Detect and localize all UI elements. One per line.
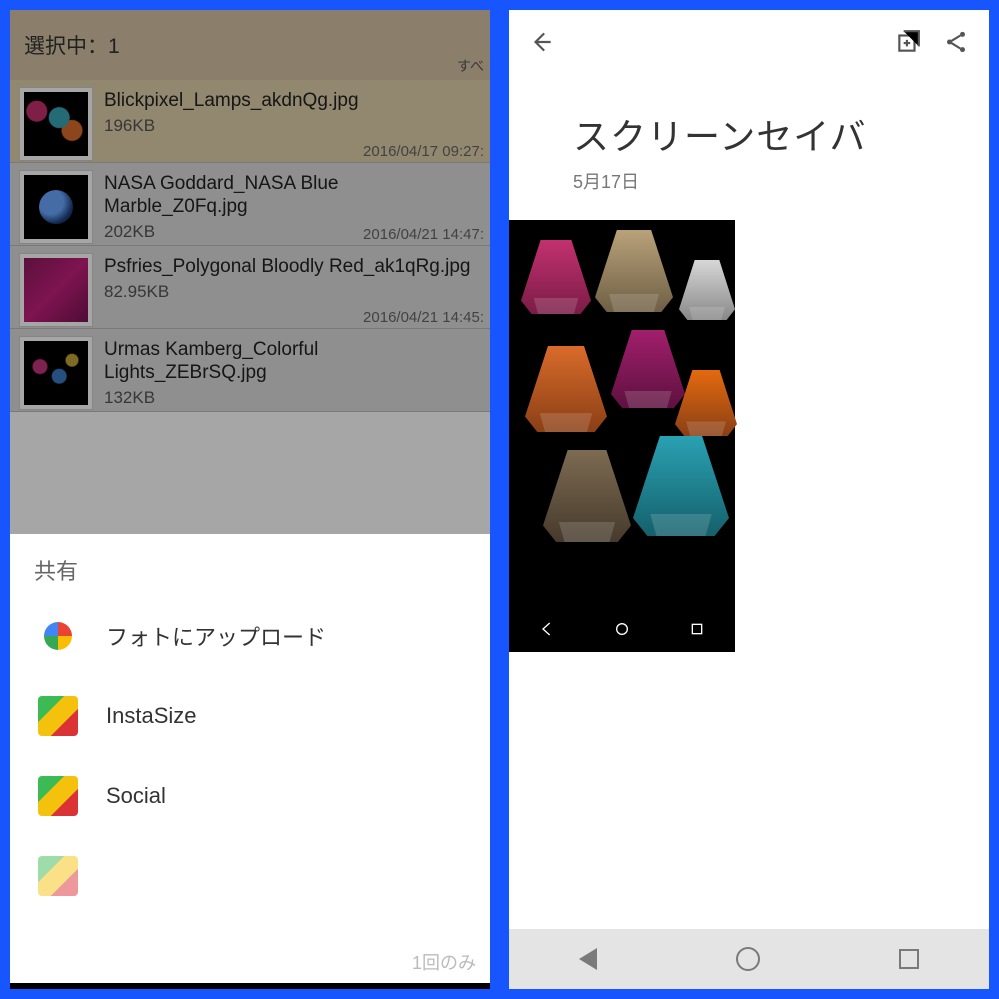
screenshot-thumbnail[interactable] — [509, 220, 735, 652]
add-to-album-button[interactable] — [893, 27, 923, 57]
file-name: Psfries_Polygonal Bloodly Red_ak1qRg.jpg — [104, 256, 480, 279]
file-date: 2016/04/17 09:27: — [363, 143, 484, 160]
file-thumbnail — [20, 171, 92, 243]
share-button[interactable] — [941, 27, 971, 57]
file-name: Urmas Kamberg_Colorful Lights_ZEBrSQ.jpg — [104, 339, 480, 385]
lamp-graphic — [633, 436, 729, 536]
file-date: 2016/04/21 14:47: — [363, 226, 484, 243]
share-item-instasize[interactable]: InstaSize — [10, 676, 490, 756]
file-thumbnail — [20, 254, 92, 326]
lamp-graphic — [675, 370, 737, 436]
nav-home-icon — [614, 621, 630, 637]
lamp-graphic — [595, 230, 673, 312]
system-nav-bar — [509, 929, 989, 989]
left-screenshot: 選択中：1 すべ Blickpixel_Lamps_akdnQg.jpg 196… — [10, 10, 490, 989]
share-icon — [943, 29, 969, 55]
share-item-photos[interactable]: フォトにアップロード — [10, 596, 490, 676]
file-row[interactable]: NASA Goddard_NASA Blue Marble_Z0Fq.jpg 2… — [10, 163, 490, 246]
file-row[interactable]: Psfries_Polygonal Bloodly Red_ak1qRg.jpg… — [10, 246, 490, 329]
lamp-graphic — [521, 240, 591, 314]
nav-back-icon — [539, 621, 555, 637]
file-row[interactable]: Blickpixel_Lamps_akdnQg.jpg 196KB 2016/0… — [10, 80, 490, 163]
bottom-bar — [10, 983, 490, 989]
nav-recent-button[interactable] — [899, 949, 919, 969]
lamp-graphic — [525, 346, 607, 432]
selection-header: 選択中：1 すべ — [10, 10, 490, 80]
google-photos-icon — [38, 616, 78, 656]
app-header — [509, 10, 989, 74]
social-icon — [38, 776, 78, 816]
header-sublabel: すべ — [457, 56, 484, 76]
lamp-graphic — [611, 330, 685, 408]
share-item-more[interactable] — [10, 836, 490, 916]
file-name: Blickpixel_Lamps_akdnQg.jpg — [104, 90, 480, 113]
file-size: 132KB — [104, 388, 480, 408]
file-name: NASA Goddard_NASA Blue Marble_Z0Fq.jpg — [104, 173, 480, 219]
page-title: スクリーンセイバ — [509, 74, 989, 168]
add-to-collection-icon — [895, 29, 921, 55]
instasize-icon — [38, 696, 78, 736]
share-item-label: Social — [106, 783, 166, 809]
share-item-social[interactable]: Social — [10, 756, 490, 836]
share-title: 共有 — [10, 534, 490, 596]
nav-back-button[interactable] — [579, 948, 597, 970]
nav-recent-icon — [689, 621, 705, 637]
share-item-label: フォトにアップロード — [106, 620, 326, 652]
file-thumbnail — [20, 337, 92, 409]
share-footer[interactable]: 1回のみ — [412, 949, 476, 975]
back-button[interactable] — [527, 27, 557, 57]
right-screenshot: スクリーンセイバ 5月17日 — [509, 10, 989, 989]
lamp-graphic — [679, 260, 735, 320]
app-icon — [38, 856, 78, 896]
lamp-graphic — [543, 450, 631, 542]
arrow-left-icon — [529, 29, 555, 55]
nav-home-button[interactable] — [736, 947, 760, 971]
page-date: 5月17日 — [509, 168, 989, 194]
file-thumbnail — [20, 88, 92, 160]
file-size: 82.95KB — [104, 282, 480, 302]
file-row[interactable]: Urmas Kamberg_Colorful Lights_ZEBrSQ.jpg… — [10, 329, 490, 412]
file-size: 196KB — [104, 116, 480, 136]
file-list: Blickpixel_Lamps_akdnQg.jpg 196KB 2016/0… — [10, 80, 490, 412]
selection-title: 選択中：1 — [24, 30, 120, 60]
share-item-label: InstaSize — [106, 703, 197, 729]
share-sheet: 共有 フォトにアップロード InstaSize Social 1回のみ — [10, 534, 490, 989]
file-date: 2016/04/21 14:45: — [363, 309, 484, 326]
inner-nav-bar — [509, 606, 735, 652]
